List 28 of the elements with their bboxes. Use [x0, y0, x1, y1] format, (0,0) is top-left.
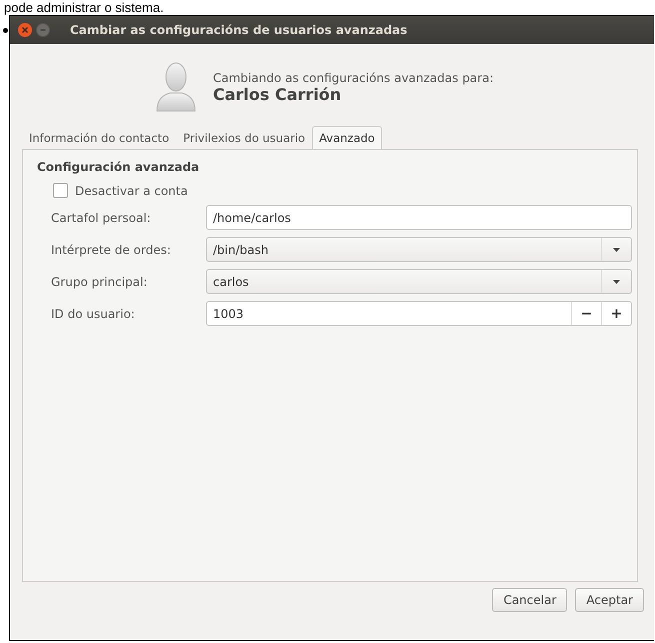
page-text: pode administrar o sistema.: [3, 0, 165, 15]
field-label: Intérprete de ordes:: [51, 242, 172, 256]
spin-field[interactable]: 1003 − +: [206, 301, 632, 326]
text-field[interactable]: /home/carlos: [206, 205, 632, 230]
dropdown[interactable]: carlos: [206, 269, 632, 294]
header-caption: Cambiando as configuracións avanzadas para:: [213, 70, 494, 84]
tab[interactable]: Privilexios do usuario: [176, 126, 312, 149]
bullet-icon: [3, 28, 8, 33]
dialog-button[interactable]: Aceptar: [575, 588, 644, 612]
user-avatar-icon: [155, 61, 197, 113]
minimize-icon[interactable]: [36, 23, 50, 37]
user-name: Carlos Carrión: [213, 84, 342, 104]
tab[interactable]: Información do contacto: [22, 126, 176, 149]
window-title: Cambiar as configuracións de usuarios avanzadas: [70, 23, 408, 37]
checkbox-label: Desactivar a conta: [75, 184, 188, 198]
dropdown[interactable]: /bin/bash: [206, 237, 632, 262]
tab[interactable]: Avanzado: [312, 126, 382, 149]
field-label: Cartafol persoal:: [51, 210, 152, 224]
dialog-button[interactable]: Cancelar: [492, 588, 568, 612]
increment-button[interactable]: +: [601, 302, 631, 325]
close-icon[interactable]: [18, 23, 32, 37]
field-label: ID do usuario:: [51, 306, 136, 320]
dropdown-arrow-icon: [613, 280, 620, 284]
checkbox[interactable]: [53, 183, 68, 198]
dropdown-arrow-icon: [613, 248, 620, 252]
section-title: Configuración avanzada: [37, 160, 200, 174]
decrement-button[interactable]: −: [571, 302, 601, 325]
field-label: Grupo principal:: [51, 274, 148, 288]
